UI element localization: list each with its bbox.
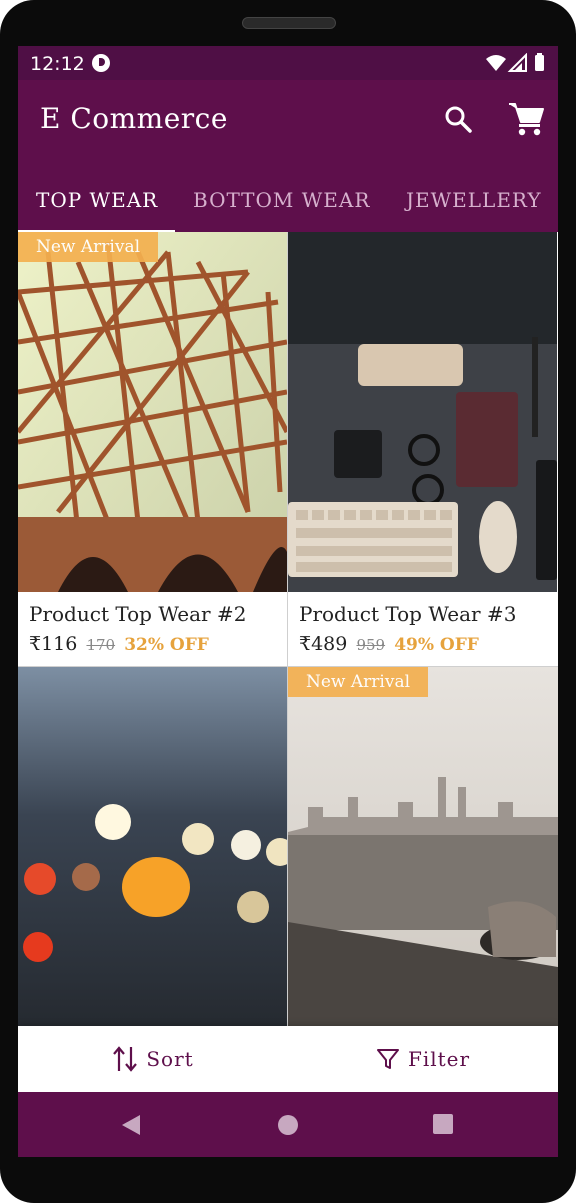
filter-button[interactable]: Filter <box>288 1026 558 1092</box>
product-image <box>288 232 557 592</box>
product-mrp: 959 <box>356 636 386 654</box>
product-name: Product Top Wear #2 <box>29 602 247 626</box>
earpiece-speaker <box>242 17 336 29</box>
status-time: 12:12 <box>30 53 85 75</box>
app-title: E Commerce <box>40 102 228 135</box>
cart-icon[interactable] <box>506 98 546 138</box>
sort-label: Sort <box>146 1047 194 1071</box>
wifi-icon <box>486 55 506 71</box>
sort-icon <box>113 1046 138 1072</box>
product-card[interactable]: Product Top Wear #3 ₹489 959 49% OFF <box>288 232 558 666</box>
product-grid: New Arrival Product Top Wear #2 ₹116 170… <box>18 232 558 1092</box>
system-nav-bar <box>18 1092 558 1157</box>
product-info: Product Top Wear #2 ₹116 170 32% OFF <box>18 592 287 666</box>
product-card[interactable]: New Arrival Product Top Wear #2 ₹116 170… <box>18 232 287 666</box>
recents-icon[interactable] <box>433 1114 453 1134</box>
tab-bottom-wear[interactable]: BOTTOM WEAR <box>193 188 370 212</box>
product-price: ₹116 <box>29 633 78 655</box>
search-icon[interactable] <box>440 101 476 137</box>
new-arrival-badge: New Arrival <box>18 232 159 262</box>
product-mrp: 170 <box>86 636 116 654</box>
filter-icon <box>376 1049 399 1069</box>
home-icon[interactable] <box>277 1114 299 1136</box>
app-notification-icon <box>92 54 110 72</box>
filter-label: Filter <box>407 1047 471 1071</box>
sort-button[interactable]: Sort <box>18 1026 288 1092</box>
product-name: Product Top Wear #3 <box>299 602 517 626</box>
product-discount: 32% OFF <box>124 635 209 655</box>
system-status-icons <box>486 53 544 72</box>
sort-filter-bar: Sort Filter <box>18 1026 558 1092</box>
category-tabs: TOP WEAR BOTTOM WEAR JEWELLERY <box>18 174 558 232</box>
tab-top-wear[interactable]: TOP WEAR <box>36 188 158 212</box>
price-row: ₹116 170 32% OFF <box>29 633 209 655</box>
screen: 12:12 E Commerce TOP WEAR BOTTOM WEAR JE… <box>18 46 558 1157</box>
product-price: ₹489 <box>299 633 348 655</box>
status-bar: 12:12 <box>18 46 558 80</box>
app-bar: E Commerce TOP WEAR BOTTOM WEAR JEWELLER… <box>18 80 558 233</box>
product-discount: 49% OFF <box>394 635 479 655</box>
price-row: ₹489 959 49% OFF <box>299 633 479 655</box>
phone-frame: 12:12 E Commerce TOP WEAR BOTTOM WEAR JE… <box>0 0 576 1203</box>
new-arrival-badge: New Arrival <box>288 667 429 697</box>
product-image <box>18 232 287 592</box>
product-info: Product Top Wear #3 ₹489 959 49% OFF <box>288 592 558 666</box>
battery-icon <box>535 55 544 71</box>
back-icon[interactable] <box>120 1114 142 1136</box>
tab-jewellery[interactable]: JEWELLERY <box>406 188 542 212</box>
